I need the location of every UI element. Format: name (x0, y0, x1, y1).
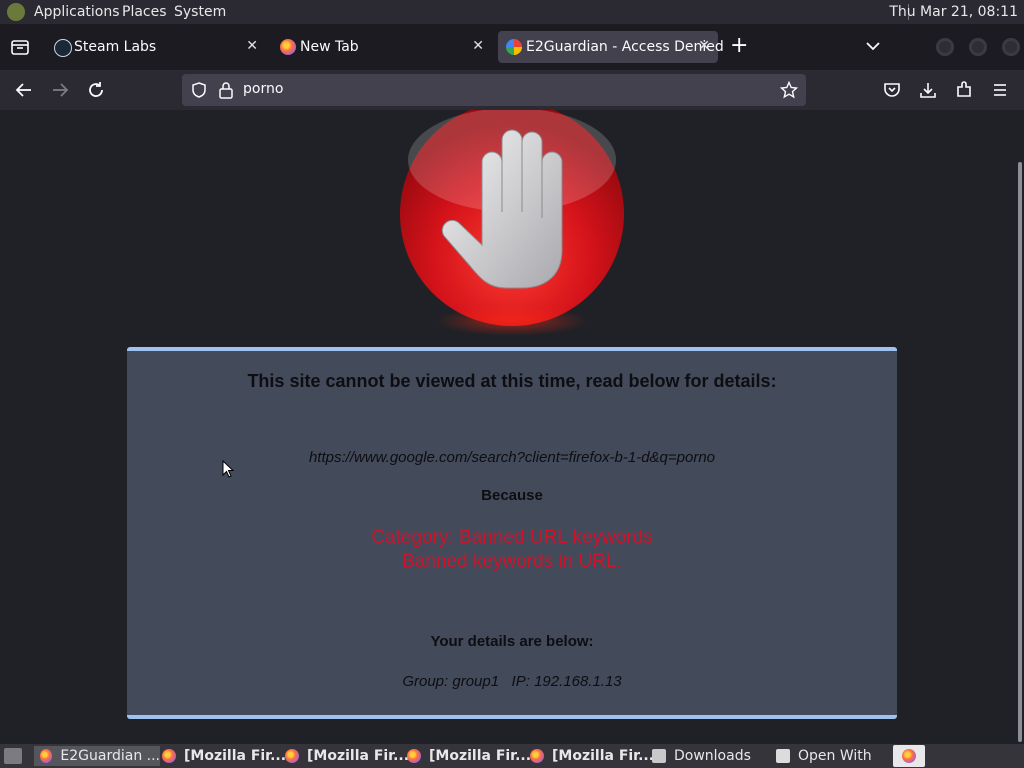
url-input[interactable]: porno (243, 81, 283, 97)
access-denied-panel: This site cannot be viewed at this time,… (127, 347, 897, 719)
taskbar-item-firefox-2[interactable]: [Mozilla Fir... (285, 746, 409, 766)
close-tab-icon[interactable]: ✕ (698, 38, 710, 54)
taskbar: E2Guardian ... [Mozilla Fir... [Mozilla … (0, 744, 1024, 768)
new-tab-plus-icon[interactable]: + (730, 34, 748, 58)
firefox-icon (280, 39, 296, 55)
close-window-icon[interactable] (1002, 38, 1020, 56)
taskbar-item-downloads[interactable]: Downloads (652, 746, 751, 766)
taskbar-item-label: [Mozilla Fir... (552, 748, 655, 764)
pocket-icon[interactable] (882, 80, 902, 100)
taskbar-item-label: [Mozilla Fir... (184, 748, 287, 764)
reload-icon[interactable] (86, 80, 106, 100)
dialog-icon (776, 749, 790, 763)
close-tab-icon[interactable]: ✕ (472, 38, 484, 54)
taskbar-item-firefox-4[interactable]: [Mozilla Fir... (530, 746, 654, 766)
google-icon (506, 39, 522, 55)
show-desktop-icon[interactable] (4, 748, 22, 764)
maximize-icon[interactable] (969, 38, 987, 56)
firefox-icon (407, 749, 421, 763)
taskbar-item-label: Downloads (674, 748, 751, 764)
tray-firefox-launcher[interactable] (893, 745, 925, 767)
user-details: Group: group1 IP: 192.168.1.13 (402, 673, 622, 690)
tab-new-tab[interactable]: New Tab ✕ (272, 31, 494, 63)
blocked-url: https://www.google.com/search?client=fir… (308, 449, 716, 466)
taskbar-item-firefox-1[interactable]: [Mozilla Fir... (162, 746, 286, 766)
firefox-view-icon[interactable] (10, 37, 30, 57)
menu-places[interactable]: Places (122, 4, 167, 20)
taskbar-item-e2guardian[interactable]: E2Guardian ... (34, 746, 160, 766)
tab-title: New Tab (300, 39, 359, 55)
mouse-cursor-icon (222, 459, 235, 478)
system-panel: Applications Places System Thu Mar 21, 0… (0, 0, 1024, 24)
details-label: Your details are below: (430, 633, 594, 650)
tracking-shield-icon[interactable] (190, 81, 208, 99)
firefox-icon (162, 749, 176, 763)
close-tab-icon[interactable]: ✕ (246, 38, 258, 54)
tab-bar: Steam Labs ✕ New Tab ✕ E2Guardian - Acce… (0, 24, 1024, 70)
stop-hand-icon (396, 110, 628, 332)
list-tabs-chevron-icon[interactable] (864, 37, 882, 55)
taskbar-item-label: E2Guardian ... (60, 748, 160, 764)
downloads-icon[interactable] (918, 80, 938, 100)
taskbar-item-label: [Mozilla Fir... (429, 748, 532, 764)
taskbar-item-label: [Mozilla Fir... (307, 748, 410, 764)
firefox-icon (285, 749, 299, 763)
page-content: This site cannot be viewed at this time,… (0, 110, 1024, 744)
reason-detail: Banned keywords in URL. (402, 551, 622, 572)
tab-e2guardian[interactable]: E2Guardian - Access Denied ✕ (498, 31, 724, 63)
back-icon[interactable] (14, 80, 34, 100)
taskbar-item-open-with[interactable]: Open With (776, 746, 872, 766)
extensions-icon[interactable] (954, 80, 974, 100)
folder-icon (652, 749, 666, 763)
taskbar-item-label: Open With (798, 748, 872, 764)
menu-applications[interactable]: Applications (34, 4, 120, 20)
page-heading: This site cannot be viewed at this time,… (247, 371, 777, 391)
hand-glow (436, 306, 588, 336)
firefox-icon (902, 749, 916, 763)
nav-bar: porno (0, 70, 1024, 110)
firefox-icon (530, 749, 544, 763)
firefox-icon (40, 749, 53, 763)
tab-steam-labs[interactable]: Steam Labs ✕ (46, 31, 268, 63)
because-label: Because (481, 487, 543, 504)
lock-icon[interactable] (218, 81, 234, 99)
minimize-icon[interactable] (936, 38, 954, 56)
url-bar[interactable]: porno (182, 74, 806, 106)
menu-system[interactable]: System (174, 4, 226, 20)
tab-title: E2Guardian - Access Denied (526, 39, 724, 55)
taskbar-item-firefox-3[interactable]: [Mozilla Fir... (407, 746, 531, 766)
page-scrollbar[interactable] (1018, 162, 1022, 742)
reason-category: Category: Banned URL keywords (371, 527, 653, 548)
tab-title: Steam Labs (74, 39, 157, 55)
forward-icon[interactable] (50, 80, 70, 100)
bookmark-star-icon[interactable] (779, 80, 799, 99)
distro-logo-icon[interactable] (7, 3, 25, 21)
hamburger-menu-icon[interactable] (990, 80, 1010, 100)
steam-icon (54, 39, 72, 57)
clock[interactable]: Thu Mar 21, 08:11 (889, 4, 1018, 20)
